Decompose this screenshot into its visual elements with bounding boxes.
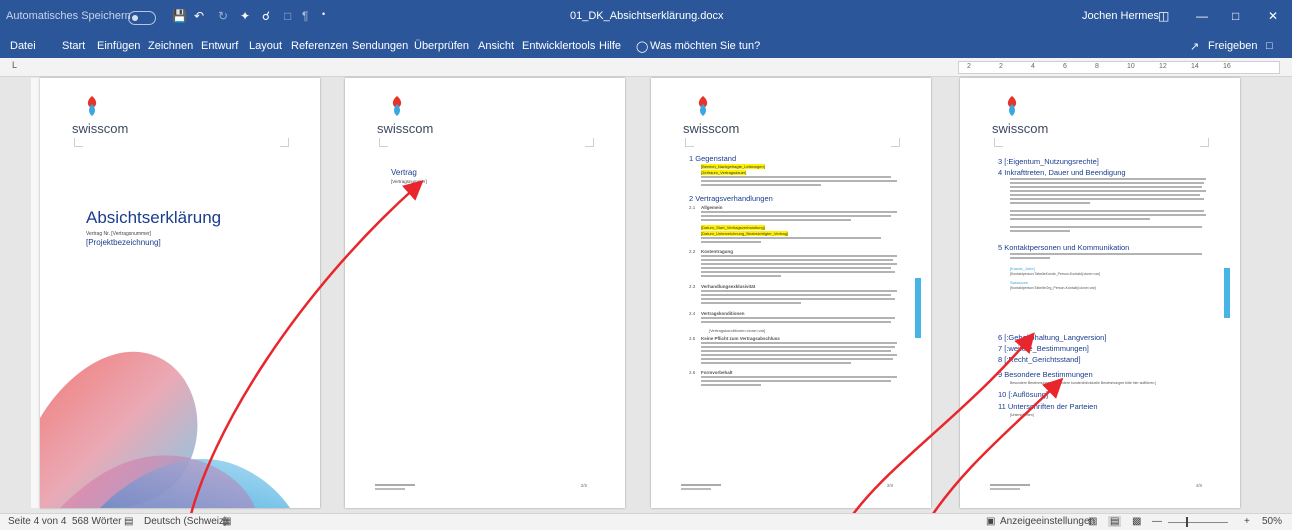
accessibility-icon[interactable]: ▦ (222, 516, 231, 527)
zoom-level[interactable]: 50% (1262, 516, 1282, 527)
status-bar: Seite 4 von 4 568 Wörter ▤ Deutsch (Schw… (0, 513, 1292, 530)
zoom-out-icon[interactable]: — (1152, 516, 1162, 527)
red-arrow-special-provisions (923, 377, 1064, 527)
word-count[interactable]: 568 Wörter (72, 516, 121, 527)
zoom-slider-thumb[interactable] (1186, 517, 1188, 527)
display-settings-icon[interactable]: ▣ (986, 516, 995, 527)
red-arrow-confidentiality (843, 332, 1035, 527)
print-layout-icon[interactable]: ▤ (1108, 516, 1122, 527)
language[interactable]: Deutsch (Schweiz) (144, 516, 227, 527)
zoom-in-icon[interactable]: + (1244, 516, 1250, 527)
zoom-slider[interactable] (1168, 522, 1228, 523)
web-layout-icon[interactable]: ▩ (1132, 516, 1141, 527)
annotation-arrows (186, 180, 1064, 527)
red-arrow-contract-number (186, 180, 424, 527)
page-count[interactable]: Seite 4 von 4 (8, 516, 66, 527)
display-settings[interactable]: Anzeigeeinstellungen (1000, 516, 1095, 527)
read-mode-icon[interactable]: ▧ (1088, 516, 1097, 527)
proofing-icon[interactable]: ▤ (124, 516, 133, 527)
